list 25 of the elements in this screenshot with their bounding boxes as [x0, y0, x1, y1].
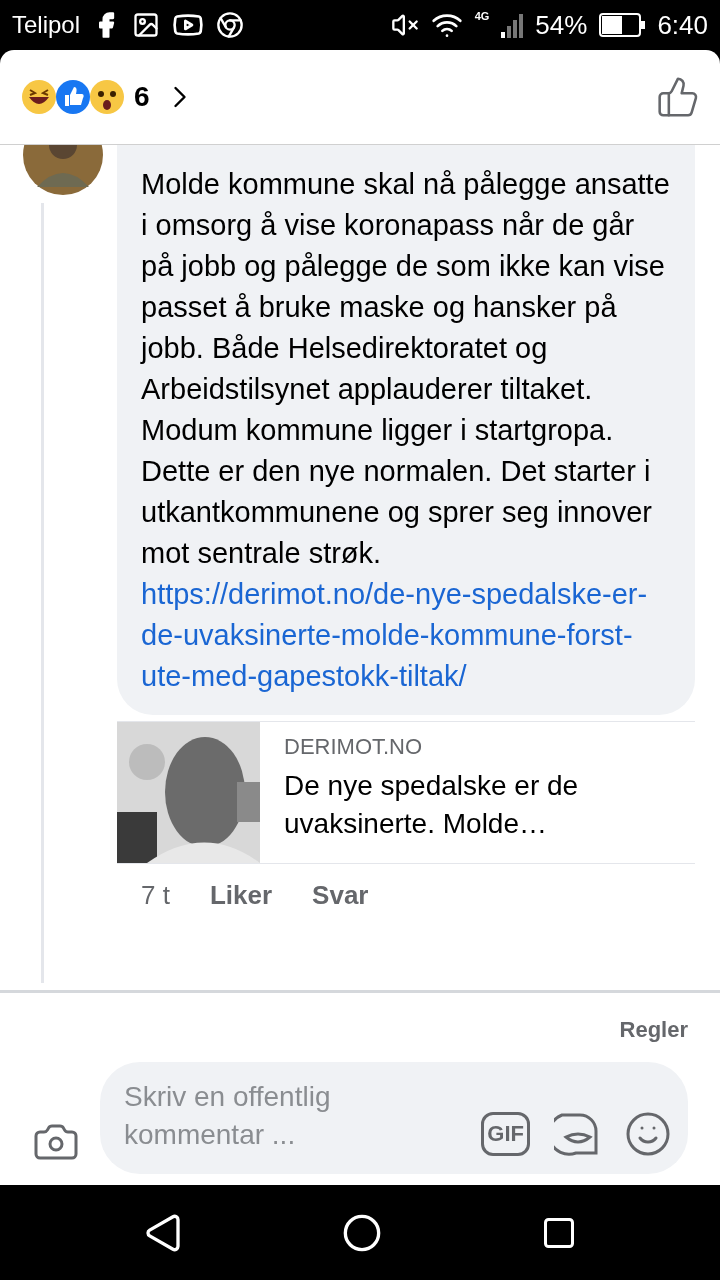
browser-icon — [216, 11, 245, 39]
reaction-count[interactable]: 6 — [134, 76, 150, 118]
home-icon[interactable] — [342, 1212, 382, 1253]
clock: 6:40 — [657, 8, 708, 42]
comment-action[interactable]: Svar — [312, 875, 369, 915]
network-type: 4G — [474, 9, 490, 24]
comment-action[interactable]: Liker — [209, 875, 273, 915]
link-title: De nye spedalske er de uvaksinerte. Molde… — [284, 769, 580, 841]
article-link[interactable]: https://derimot.no/de-nye-spedalske-er-de-uvaksinerte-molde-kommune-forst-ute-med-gapestokk-tiltak/ — [141, 574, 671, 697]
gif-button[interactable]: GIF — [481, 1112, 530, 1156]
like-icon[interactable] — [656, 75, 700, 119]
comment-text: Molde kommune skal nå pålegge ansatte i omsorg å vise koronapass når de går på jobb og pålegge de som ikke kan vise passet å bruke maske og hansker på jobb. Både Helsedirektoratet og Arbeidstilsynet applauderer tiltaket. Modum kommune ligger i startgropa. Dette er den nye normalen. Det starter i utkantkommunene og sprer seg innover mot sentrale strøk. — [141, 167, 671, 571]
rules-link[interactable]: Regler — [619, 1013, 688, 1046]
link-preview[interactable]: DERIMOT.NO De nye spedalske er de uvaksinerte. Molde… — [117, 721, 695, 864]
comment-time: 7 t — [141, 878, 170, 912]
comment-field[interactable]: Skriv en offentlig kommentar ... GIF — [100, 1062, 688, 1174]
sticker-icon[interactable] — [554, 1111, 600, 1157]
reactions-drawing[interactable] — [20, 78, 126, 116]
emoji-icon[interactable] — [624, 1110, 672, 1158]
image-icon — [132, 11, 161, 39]
signal-icon — [501, 12, 524, 38]
carrier-name: Telipol — [12, 10, 81, 40]
link-domain: DERIMOT.NO — [284, 733, 424, 761]
battery-percent: 54% — [535, 8, 588, 42]
battery-icon — [599, 13, 646, 37]
